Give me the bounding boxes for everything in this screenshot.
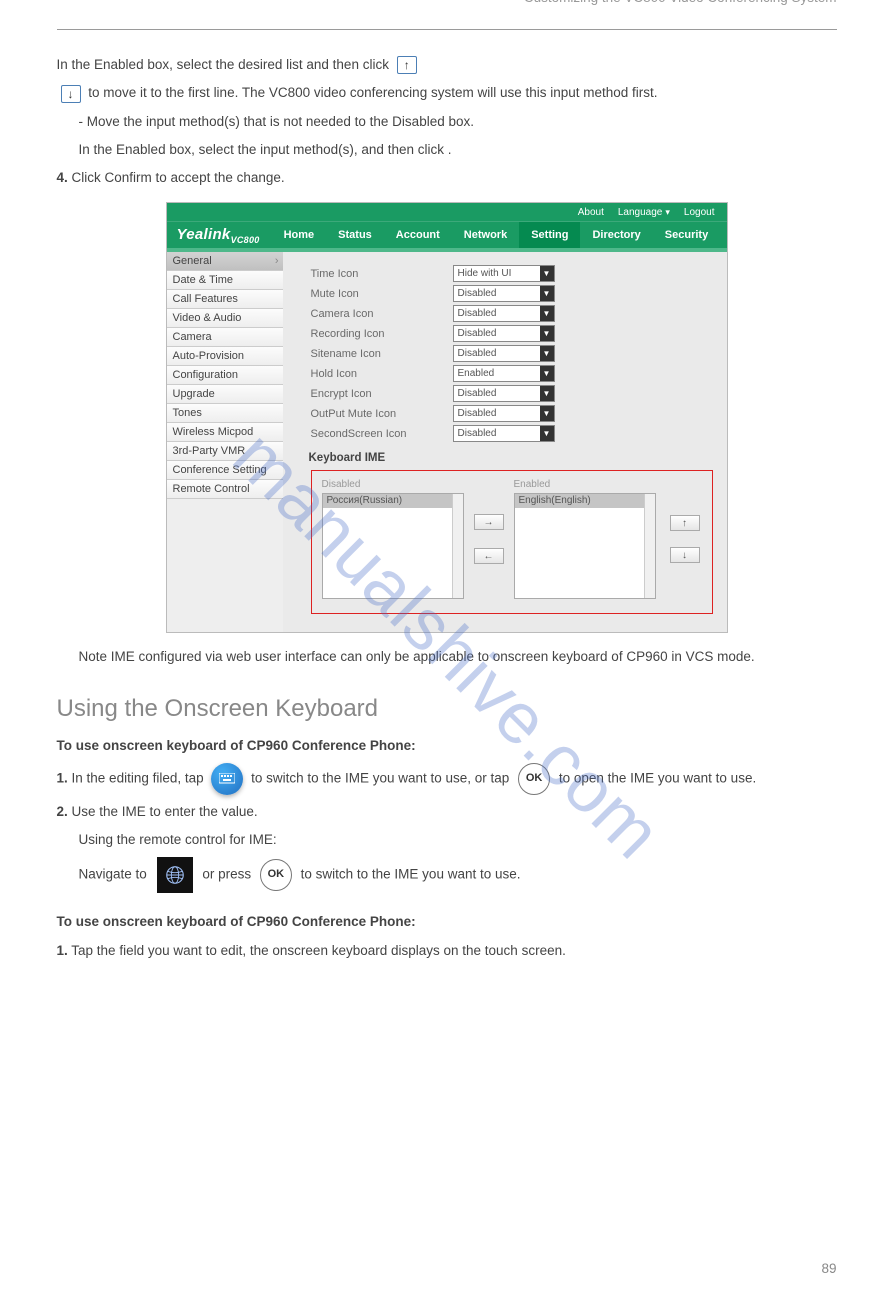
text: Navigate to — [79, 867, 147, 882]
arrow-up-key-icon: ↑ — [397, 56, 417, 74]
logout-link[interactable]: Logout — [684, 207, 715, 218]
instruction-top: In the Enabled box, select the desired l… — [57, 54, 837, 76]
dd-sitename-icon[interactable]: Disabled — [453, 345, 555, 362]
language-menu[interactable]: Language — [618, 207, 670, 218]
ime-disabled-list[interactable]: Россия(Russian) — [322, 493, 464, 599]
ime-transfer-box: Disabled Россия(Russian) → ← Enabled Eng… — [311, 470, 713, 614]
move-down-button[interactable]: ↓ — [670, 547, 700, 563]
ime-enabled-label: Enabled — [514, 479, 656, 490]
text: or press — [202, 867, 251, 882]
subheading-cp960-a: To use onscreen keyboard of CP960 Confer… — [57, 735, 837, 757]
move-right-button[interactable]: → — [474, 514, 504, 530]
sidebar-item-vmr[interactable]: 3rd-Party VMR — [167, 442, 283, 461]
brand-logo: YealinkVC800 — [167, 226, 268, 245]
sidebar-item-datetime[interactable]: Date & Time — [167, 271, 283, 290]
subheading-cp960-b: To use onscreen keyboard of CP960 Confer… — [57, 911, 837, 933]
step-a2c: Navigate to or press OK to switch to the… — [79, 857, 837, 893]
text: Use the IME to enter the value. — [72, 804, 258, 819]
text: In the editing filed, tap — [72, 770, 204, 785]
step-number: 2. — [57, 804, 68, 819]
ok-button-icon: OK — [518, 763, 550, 795]
list-item[interactable]: Россия(Russian) — [323, 494, 463, 508]
step-a2: 2. Use the IME to enter the value. — [57, 801, 837, 823]
label-mute-icon: Mute Icon — [311, 288, 453, 300]
step-a2b: Using the remote control for IME: — [79, 829, 837, 851]
main-nav: YealinkVC800 Home Status Account Network… — [167, 222, 727, 248]
dd-encrypt-icon[interactable]: Disabled — [453, 385, 555, 402]
header-rule — [57, 29, 837, 30]
step-number: 4. — [57, 170, 68, 185]
move-left-button[interactable]: ← — [474, 548, 504, 564]
text: to open the IME you want to use. — [559, 770, 756, 785]
text: In the Enabled box, select the desired l… — [57, 57, 389, 72]
page-number: 89 — [821, 1261, 836, 1276]
dd-time-icon[interactable]: Hide with UI — [453, 265, 555, 282]
sidebar-item-callfeatures[interactable]: Call Features — [167, 290, 283, 309]
nav-status[interactable]: Status — [326, 222, 384, 248]
dd-recording-icon[interactable]: Disabled — [453, 325, 555, 342]
ime-enabled-list[interactable]: English(English) — [514, 493, 656, 599]
nav-account[interactable]: Account — [384, 222, 452, 248]
label-output-mute-icon: OutPut Mute Icon — [311, 408, 453, 420]
globe-icon — [157, 857, 193, 893]
sidebar-item-remote[interactable]: Remote Control — [167, 480, 283, 499]
page-header-right: Customizing the VC800 Video Conferencing… — [57, 0, 837, 5]
step-text: Click Confirm to accept the change. — [72, 170, 285, 185]
ok-button-icon: OK — [260, 859, 292, 891]
sidebar-item-config[interactable]: Configuration — [167, 366, 283, 385]
text: to move it to the first line. The VC800 … — [88, 85, 657, 100]
list-item[interactable]: English(English) — [515, 494, 655, 508]
sidebar-item-upgrade[interactable]: Upgrade — [167, 385, 283, 404]
dd-output-mute-icon[interactable]: Disabled — [453, 405, 555, 422]
dd-hold-icon[interactable]: Enabled — [453, 365, 555, 382]
nav-home[interactable]: Home — [272, 222, 327, 248]
settings-sidebar: General Date & Time Call Features Video … — [167, 252, 283, 632]
section-keyboard-ime: Keyboard IME — [309, 452, 713, 464]
text: Tap the field you want to edit, the onsc… — [71, 943, 566, 958]
step-4: 4. Click Confirm to accept the change. — [57, 167, 837, 189]
step-number: 1. — [57, 943, 68, 958]
sidebar-item-micpod[interactable]: Wireless Micpod — [167, 423, 283, 442]
label-camera-icon: Camera Icon — [311, 308, 453, 320]
instruction-top-2: ↓ to move it to the first line. The VC80… — [57, 82, 837, 104]
about-link[interactable]: About — [578, 207, 604, 218]
sidebar-item-conf[interactable]: Conference Setting — [167, 461, 283, 480]
label-recording-icon: Recording Icon — [311, 328, 453, 340]
label-hold-icon: Hold Icon — [311, 368, 453, 380]
label-sitename-icon: Sitename Icon — [311, 348, 453, 360]
nav-security[interactable]: Security — [653, 222, 720, 248]
text: to switch to the IME you want to use. — [301, 867, 521, 882]
step-b1: 1. Tap the field you want to edit, the o… — [57, 940, 837, 962]
step-number: 1. — [57, 770, 68, 785]
bullet-move: In the Enabled box, select the input met… — [79, 139, 837, 161]
arrow-down-key-icon: ↓ — [61, 85, 81, 103]
label-encrypt-icon: Encrypt Icon — [311, 388, 453, 400]
dd-mute-icon[interactable]: Disabled — [453, 285, 555, 302]
text: to switch to the IME you want to use, or… — [251, 770, 509, 785]
topbar: About Language Logout — [167, 203, 727, 222]
bullet-disable: - Move the input method(s) that is not n… — [79, 111, 837, 133]
label-time-icon: Time Icon — [311, 268, 453, 280]
dd-secondscreen-icon[interactable]: Disabled — [453, 425, 555, 442]
sidebar-item-general[interactable]: General — [167, 252, 283, 271]
heading-onscreen-keyboard: Using the Onscreen Keyboard — [57, 695, 837, 723]
note-ime: Note IME configured via web user interfa… — [79, 646, 837, 668]
dd-camera-icon[interactable]: Disabled — [453, 305, 555, 322]
ime-disabled-label: Disabled — [322, 479, 464, 490]
sidebar-item-videoaudio[interactable]: Video & Audio — [167, 309, 283, 328]
move-up-button[interactable]: ↑ — [670, 515, 700, 531]
sidebar-item-tones[interactable]: Tones — [167, 404, 283, 423]
nav-directory[interactable]: Directory — [580, 222, 652, 248]
sidebar-item-camera[interactable]: Camera — [167, 328, 283, 347]
web-ui-screenshot: About Language Logout YealinkVC800 Home … — [167, 203, 727, 632]
keyboard-icon — [211, 763, 243, 795]
step-a1: 1. In the editing filed, tap to switch t… — [57, 763, 837, 795]
settings-main: Time IconHide with UI Mute Icon Disabled … — [283, 252, 727, 632]
label-secondscreen-icon: SecondScreen Icon — [311, 428, 453, 440]
sidebar-item-autoprov[interactable]: Auto-Provision — [167, 347, 283, 366]
nav-network[interactable]: Network — [452, 222, 519, 248]
nav-setting[interactable]: Setting — [519, 222, 580, 248]
